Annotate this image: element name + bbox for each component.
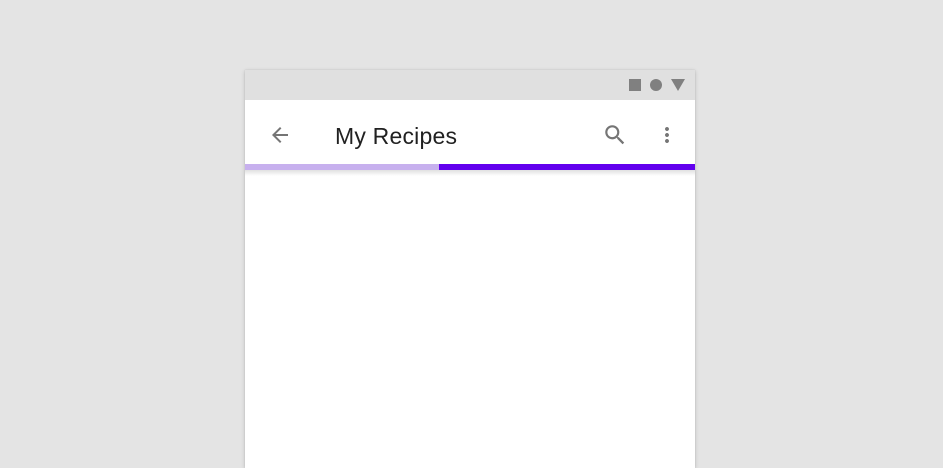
top-app-bar: My Recipes [245,100,695,164]
more-options-button[interactable] [647,115,687,155]
content-area [245,170,695,468]
phone-frame: My Recipes [245,70,695,468]
back-arrow-icon [272,127,288,143]
status-bar [245,70,695,100]
circle-icon [650,79,662,91]
more-vert-icon [665,127,669,143]
search-icon [605,125,625,145]
page-title: My Recipes [335,123,458,149]
status-icons [629,78,685,92]
back-button[interactable] [260,115,300,155]
triangle-icon [671,79,685,91]
search-button[interactable] [595,115,635,155]
square-icon [629,79,641,91]
